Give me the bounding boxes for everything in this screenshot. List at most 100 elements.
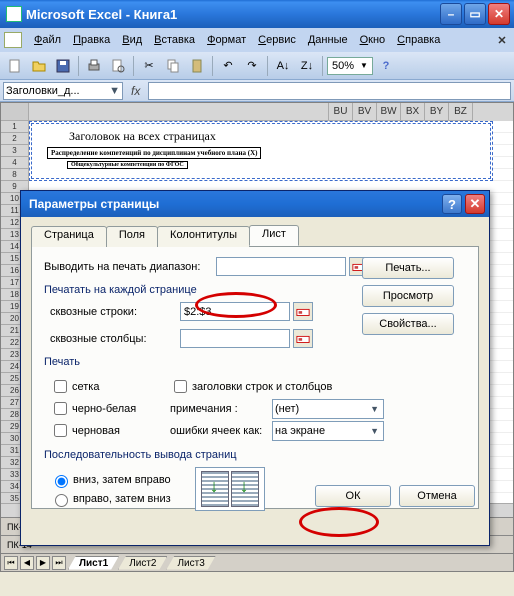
menu-вставка[interactable]: Вставка <box>148 32 201 48</box>
draft-checkbox[interactable] <box>54 424 67 437</box>
new-icon[interactable] <box>4 55 26 77</box>
select-all-corner[interactable] <box>1 103 29 121</box>
preview-button[interactable]: Просмотр <box>362 285 454 307</box>
sheet-tabs: ⏮ ◀ ▶ ⏭ Лист1 Лист2 Лист3 <box>1 553 513 571</box>
menu-справка[interactable]: Справка <box>391 32 446 48</box>
menubar: ФайлПравкаВидВставкаФорматСервисДанныеОк… <box>0 28 514 52</box>
zoom-value: 50% <box>332 60 354 72</box>
sheet-tab-3[interactable]: Лист3 <box>166 556 215 570</box>
name-box[interactable]: Заголовки_д... ▼ <box>3 82 123 100</box>
draft-label: черновая <box>72 425 120 437</box>
dialog-title: Параметры страницы <box>29 197 159 211</box>
app-title: Microsoft Excel - Книга1 <box>26 7 177 22</box>
dialog-close-button[interactable]: ✕ <box>465 194 485 214</box>
page-order-preview-icon: ↓ ↓ <box>195 467 265 511</box>
rows-input[interactable] <box>180 302 290 321</box>
row-header[interactable]: 4 <box>1 157 29 169</box>
order-over-label: вправо, затем вниз <box>73 493 171 505</box>
copy-icon[interactable] <box>162 55 184 77</box>
row-header[interactable]: 8 <box>1 169 29 181</box>
dialog-help-button[interactable]: ? <box>442 194 462 214</box>
bw-checkbox[interactable] <box>54 402 67 415</box>
grid-checkbox[interactable] <box>54 380 67 393</box>
dialog-titlebar: Параметры страницы ? ✕ <box>21 191 489 217</box>
paste-icon[interactable] <box>186 55 208 77</box>
open-icon[interactable] <box>28 55 50 77</box>
fx-icon[interactable]: fx <box>123 84 148 98</box>
sheet-tab-1[interactable]: Лист1 <box>68 556 119 570</box>
column-headers[interactable]: BU BV BW BX BY BZ <box>1 103 513 121</box>
print-button[interactable]: Печать... <box>362 257 454 279</box>
tab-nav-next[interactable]: ▶ <box>36 556 50 570</box>
formula-bar: Заголовки_д... ▼ fx <box>0 80 514 102</box>
rows-picker-icon[interactable] <box>293 302 313 321</box>
row-header[interactable]: 2 <box>1 133 29 145</box>
menu-окно[interactable]: Окно <box>354 32 392 48</box>
menu-сервис[interactable]: Сервис <box>252 32 302 48</box>
tab-headerfooter[interactable]: Колонтитулы <box>157 226 250 247</box>
properties-button[interactable]: Свойства... <box>362 313 454 335</box>
zoom-combo[interactable]: 50% ▼ <box>327 57 373 75</box>
sheet-tab-2[interactable]: Лист2 <box>118 556 167 570</box>
tab-margins[interactable]: Поля <box>106 226 158 247</box>
excel-icon <box>6 6 22 22</box>
close-doc-button[interactable]: ✕ <box>494 32 510 48</box>
help-icon[interactable]: ? <box>375 55 397 77</box>
minimize-button[interactable]: – <box>440 3 462 25</box>
cut-icon[interactable]: ✂ <box>138 55 160 77</box>
sort-desc-icon[interactable]: Z↓ <box>296 55 318 77</box>
menu-данные[interactable]: Данные <box>302 32 354 48</box>
main-titlebar: Microsoft Excel - Книга1 – ▭ ✕ <box>0 0 514 28</box>
errors-value: на экране <box>275 425 325 437</box>
close-button[interactable]: ✕ <box>488 3 510 25</box>
errors-combo[interactable]: на экране▼ <box>272 421 384 441</box>
errors-label: ошибки ячеек как: <box>170 425 272 437</box>
menu-формат[interactable]: Формат <box>201 32 252 48</box>
tab-nav-first[interactable]: ⏮ <box>4 556 18 570</box>
bw-label: черно-белая <box>72 403 136 415</box>
section-print-label: Печать <box>44 356 466 368</box>
order-down-label: вниз, затем вправо <box>73 474 171 486</box>
sort-asc-icon[interactable]: A↓ <box>272 55 294 77</box>
order-down-radio[interactable] <box>55 475 68 488</box>
preview-icon[interactable] <box>107 55 129 77</box>
cell-title: Заголовок на всех страницах <box>69 129 216 144</box>
notes-label: примечания : <box>170 403 272 415</box>
maximize-button[interactable]: ▭ <box>464 3 486 25</box>
menu-правка[interactable]: Правка <box>67 32 116 48</box>
tab-sheet[interactable]: Лист <box>249 225 299 246</box>
print-icon[interactable] <box>83 55 105 77</box>
row-header[interactable]: 3 <box>1 145 29 157</box>
menu-вид[interactable]: Вид <box>116 32 148 48</box>
workbook-icon <box>4 32 22 48</box>
page-setup-dialog: Параметры страницы ? ✕ Страница Поля Кол… <box>20 190 490 546</box>
cell-subtitle-1: Распределение компетенций по дисциплинам… <box>47 147 261 159</box>
toolbar: ✂ ↶ ↷ A↓ Z↓ 50% ▼ ? <box>0 52 514 80</box>
menu-файл[interactable]: Файл <box>28 32 67 48</box>
formula-input[interactable] <box>148 82 511 100</box>
ok-button[interactable]: ОК <box>315 485 391 507</box>
print-range-label: Выводить на печать диапазон: <box>44 261 216 273</box>
grid-label: сетка <box>72 381 99 393</box>
headings-label: заголовки строк и столбцов <box>192 381 332 393</box>
rows-label: сквозные строки: <box>50 306 180 318</box>
name-box-value: Заголовки_д... <box>6 85 80 97</box>
tab-page[interactable]: Страница <box>31 226 107 247</box>
undo-icon[interactable]: ↶ <box>217 55 239 77</box>
cell-subtitle-2: Общекультурные компетенции по ФГОС <box>67 161 188 169</box>
row-header[interactable]: 1 <box>1 121 29 133</box>
print-range-input[interactable] <box>216 257 346 276</box>
save-icon[interactable] <box>52 55 74 77</box>
cancel-button[interactable]: Отмена <box>399 485 475 507</box>
section-order-label: Последовательность вывода страниц <box>44 449 466 461</box>
tab-nav-prev[interactable]: ◀ <box>20 556 34 570</box>
order-over-radio[interactable] <box>55 494 68 507</box>
cols-input[interactable] <box>180 329 290 348</box>
headings-checkbox[interactable] <box>174 380 187 393</box>
cols-label: сквозные столбцы: <box>50 333 180 345</box>
cols-picker-icon[interactable] <box>293 329 313 348</box>
redo-icon[interactable]: ↷ <box>241 55 263 77</box>
notes-value: (нет) <box>275 403 299 415</box>
notes-combo[interactable]: (нет)▼ <box>272 399 384 419</box>
tab-nav-last[interactable]: ⏭ <box>52 556 66 570</box>
